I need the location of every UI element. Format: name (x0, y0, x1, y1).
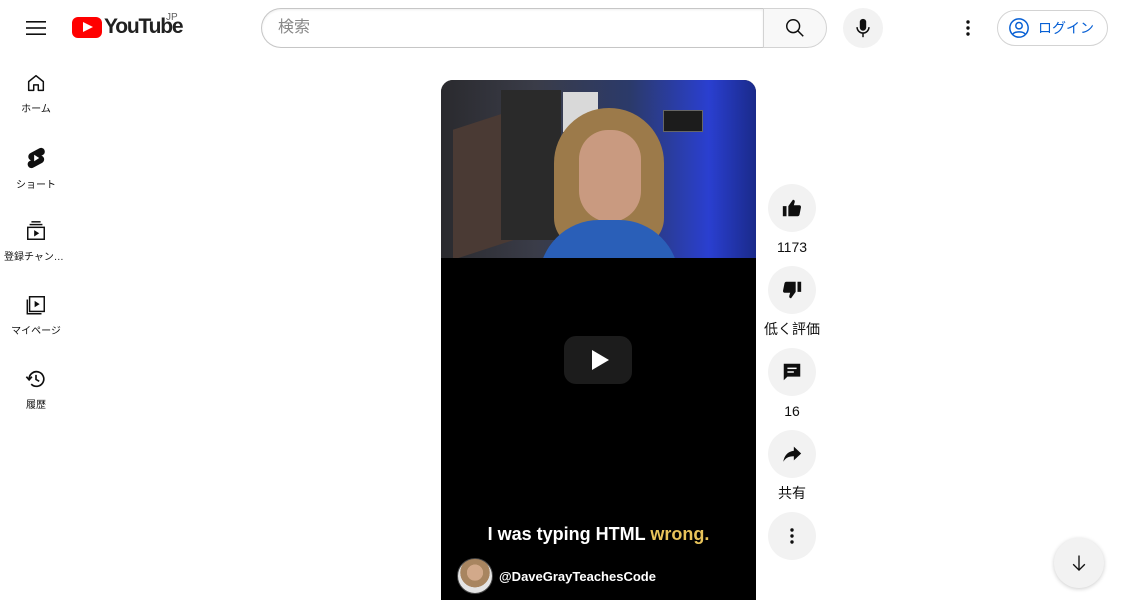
login-label: ログイン (1038, 20, 1094, 36)
subscriptions-icon (27, 221, 45, 240)
share-action: 共有 (767, 430, 817, 502)
library-icon (26, 296, 45, 315)
share-button[interactable] (768, 430, 816, 478)
comment-icon (783, 363, 801, 381)
search-bar (261, 8, 827, 48)
voice-search-button[interactable] (843, 8, 883, 48)
sidebar-item-label: ショート (16, 180, 56, 191)
share-label: 共有 (778, 485, 806, 501)
settings-more-button[interactable] (948, 8, 988, 48)
shorts-player[interactable]: I was typing HTML wrong. @DaveGrayTeache… (441, 80, 756, 600)
video-caption: I was typing HTML wrong. (441, 524, 756, 545)
search-button[interactable] (763, 8, 827, 48)
more-actions-button[interactable] (768, 512, 816, 560)
search-input[interactable] (261, 8, 764, 48)
play-button[interactable] (564, 336, 632, 384)
comment-button[interactable] (768, 348, 816, 396)
country-code: JP (166, 12, 178, 23)
sidebar-item-subscriptions[interactable]: 登録チャンネル (0, 204, 72, 278)
action-bar: 1173 低く評価 16 共有 (764, 184, 820, 570)
sidebar-item-label: ホーム (21, 104, 51, 115)
dislike-button[interactable] (768, 266, 816, 314)
next-video-button[interactable] (1054, 538, 1104, 588)
home-icon (27, 74, 45, 92)
shorts-icon (27, 147, 45, 169)
sidebar: ホーム ショート 登録チャンネル マイページ 履歴 (0, 56, 72, 426)
more-action (767, 512, 817, 560)
sidebar-item-label: 登録チャンネル (4, 252, 68, 263)
dislike-label: 低く評価 (764, 321, 820, 337)
background-monitor (663, 110, 703, 132)
like-button[interactable] (768, 184, 816, 232)
sidebar-item-library[interactable]: マイページ (0, 278, 72, 352)
avatar[interactable] (457, 558, 493, 594)
history-icon (25, 370, 45, 388)
comment-action: 16 (767, 348, 817, 420)
video-frame (441, 80, 756, 258)
search-icon (786, 19, 804, 37)
background-shelf (501, 90, 561, 240)
more-vert-icon (790, 528, 794, 544)
like-action: 1173 (767, 184, 817, 256)
menu-icon[interactable] (16, 8, 56, 48)
caption-highlight: wrong. (650, 524, 710, 544)
channel-handle[interactable]: @DaveGrayTeachesCode (499, 569, 656, 584)
sidebar-item-shorts[interactable]: ショート (0, 130, 72, 204)
thumbs-down-icon (782, 281, 802, 299)
account-circle-icon (1009, 18, 1029, 38)
channel-info[interactable]: @DaveGrayTeachesCode (457, 558, 656, 594)
sidebar-item-label: 履歴 (26, 400, 46, 411)
youtube-logo-icon (72, 16, 102, 38)
person-face (579, 130, 641, 222)
more-vert-icon (966, 20, 970, 36)
sidebar-item-history[interactable]: 履歴 (0, 352, 72, 426)
comment-count: 16 (784, 403, 800, 419)
arrow-down-icon (1072, 555, 1086, 572)
thumbs-up-icon (782, 199, 802, 217)
caption-text: I was typing HTML (487, 524, 651, 544)
share-icon (783, 446, 802, 462)
sidebar-item-home[interactable]: ホーム (0, 56, 72, 130)
microphone-icon (856, 18, 870, 38)
top-bar: YouTube JP ログイン (0, 0, 1124, 56)
like-count: 1173 (776, 239, 808, 255)
dislike-action: 低く評価 (764, 266, 820, 338)
sidebar-item-label: マイページ (11, 326, 61, 337)
login-button[interactable]: ログイン (997, 10, 1108, 46)
